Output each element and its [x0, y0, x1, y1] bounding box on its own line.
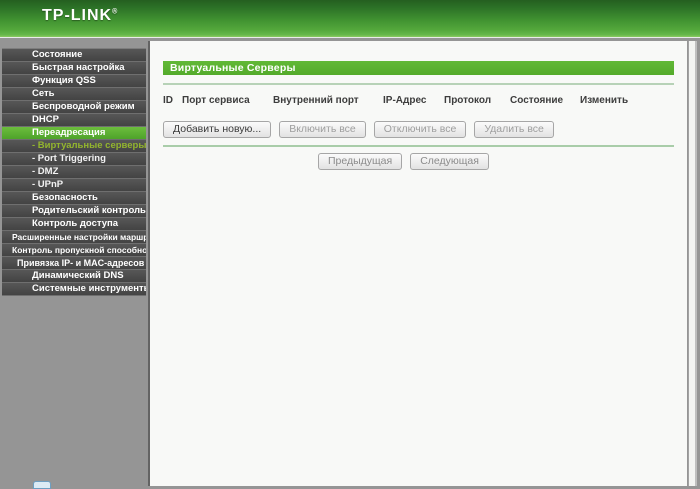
next-page-button[interactable]: Следующая — [410, 153, 489, 170]
tplink-logo-text: TP-LINK — [42, 7, 113, 24]
sidebar-item-wireless[interactable]: Беспроводной режим — [2, 101, 146, 114]
virtual-servers-table-header: ID Порт сервиса Внутренний порт IP-Адрес… — [163, 95, 674, 107]
sidebar-item-ip-mac-binding[interactable]: Привязка IP- и MAC-адресов — [2, 257, 146, 270]
enable-all-button[interactable]: Включить все — [279, 121, 366, 138]
section-header: Виртуальные Серверы — [163, 61, 674, 75]
sidebar-item-access-control[interactable]: Контроль доступа — [2, 218, 146, 231]
sidebar-item-dhcp[interactable]: DHCP — [2, 114, 146, 127]
sidebar-nav: Состояние Быстрая настройка Функция QSS … — [2, 48, 146, 296]
add-new-button[interactable]: Добавить новую... — [163, 121, 272, 138]
column-header-modify: Изменить — [580, 95, 629, 106]
separator-bottom — [163, 145, 674, 147]
column-header-ip-address: IP-Адрес — [383, 95, 427, 106]
action-buttons-row: Добавить новую... Включить все Отключить… — [163, 121, 674, 138]
sidebar-item-dmz[interactable]: - DMZ — [2, 166, 146, 179]
column-header-protocol: Протокол — [444, 95, 492, 106]
disable-all-button[interactable]: Отключить все — [373, 121, 467, 138]
sidebar-item-quick-setup[interactable]: Быстрая настройка — [2, 62, 146, 75]
sidebar-item-forwarding[interactable]: Переадресация — [2, 127, 146, 140]
sidebar-item-qss[interactable]: Функция QSS — [2, 75, 146, 88]
previous-page-button[interactable]: Предыдущая — [318, 153, 403, 170]
column-header-id: ID — [163, 95, 173, 106]
sidebar-item-system-tools[interactable]: Системные инструменты — [2, 283, 146, 296]
separator-top — [163, 83, 674, 85]
sidebar-item-bandwidth-control[interactable]: Контроль пропускной способности — [2, 244, 146, 257]
pagination-row: Предыдущая Следующая — [318, 153, 674, 170]
column-header-internal-port: Внутренний порт — [273, 95, 359, 106]
delete-all-button[interactable]: Удалить все — [474, 121, 554, 138]
sidebar-item-dynamic-dns[interactable]: Динамический DNS — [2, 270, 146, 283]
right-scroll-gutter[interactable] — [688, 41, 697, 486]
sidebar-item-parental-control[interactable]: Родительский контроль — [2, 205, 146, 218]
sidebar-item-advanced-routing[interactable]: Расширенные настройки маршрутизации — [2, 231, 146, 244]
column-header-status: Состояние — [510, 95, 564, 106]
registered-trademark-mark: ® — [112, 8, 118, 16]
sidebar-item-status[interactable]: Состояние — [2, 49, 146, 62]
sidebar-item-network[interactable]: Сеть — [2, 88, 146, 101]
column-header-service-port: Порт сервиса — [182, 95, 250, 106]
main-content: Виртуальные Серверы ID Порт сервиса Внут… — [148, 41, 687, 486]
sidebar-item-security[interactable]: Безопасность — [2, 192, 146, 205]
section-title: Виртуальные Серверы — [170, 62, 296, 74]
bottom-left-ui-fragment — [33, 481, 51, 489]
sidebar-item-virtual-servers[interactable]: - Виртуальные серверы — [2, 140, 146, 153]
top-banner: TP-LINK® — [0, 0, 700, 38]
sidebar-item-port-triggering[interactable]: - Port Triggering — [2, 153, 146, 166]
router-admin-page: { "brand": { "logo_text": "TP-LINK", "re… — [0, 0, 700, 489]
tplink-logo: TP-LINK® — [42, 7, 117, 25]
sidebar-item-upnp[interactable]: - UPnP — [2, 179, 146, 192]
